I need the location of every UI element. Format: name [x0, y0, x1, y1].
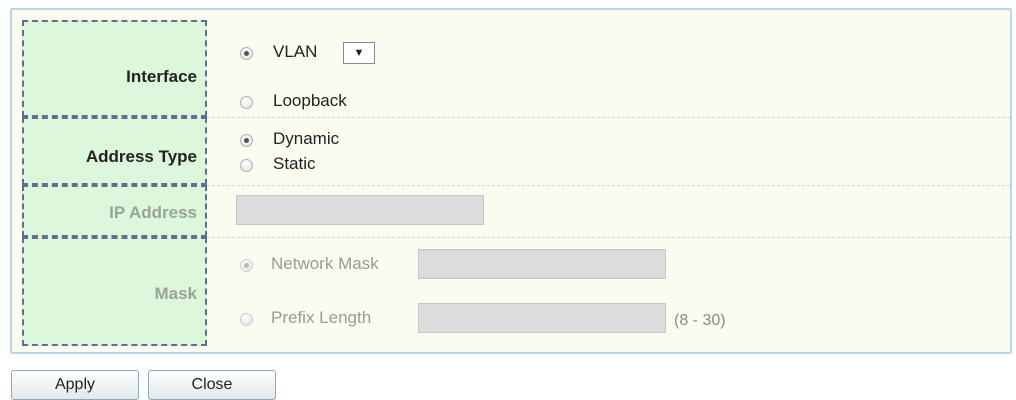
prefix-length-input[interactable]	[418, 303, 666, 333]
prefix-length-radio[interactable]	[240, 313, 253, 326]
ip-address-input[interactable]	[236, 195, 484, 225]
mask-row: Mask Network Mask Prefix Length (8 - 30)	[22, 237, 1010, 346]
vlan-select[interactable]: ▼	[343, 42, 375, 64]
network-mask-radio-label[interactable]: Network Mask	[271, 254, 379, 274]
vlan-radio[interactable]	[240, 47, 253, 60]
loopback-radio[interactable]	[240, 96, 253, 109]
interface-label-cell: Interface	[22, 20, 207, 117]
close-button[interactable]: Close	[148, 370, 276, 400]
form-panel: Interface VLAN ▼ Loopback Address Type D…	[10, 8, 1012, 354]
loopback-radio-label[interactable]: Loopback	[273, 91, 347, 111]
mask-label-cell: Mask	[22, 237, 207, 346]
static-radio[interactable]	[240, 159, 253, 172]
prefix-length-radio-label[interactable]: Prefix Length	[271, 308, 371, 328]
dynamic-radio[interactable]	[240, 134, 253, 147]
interface-row: Interface VLAN ▼ Loopback	[22, 20, 1010, 118]
static-radio-label[interactable]: Static	[273, 154, 316, 174]
apply-button[interactable]: Apply	[11, 370, 139, 400]
mask-label: Mask	[154, 284, 197, 303]
address-type-value-cell: Dynamic Static	[218, 117, 1010, 185]
interface-label: Interface	[126, 67, 197, 86]
ip-address-label: IP Address	[109, 203, 197, 222]
network-mask-radio[interactable]	[240, 259, 253, 272]
address-type-label: Address Type	[85, 147, 197, 166]
address-type-label-cell: Address Type	[22, 117, 207, 185]
mask-value-cell: Network Mask Prefix Length (8 - 30)	[218, 237, 1010, 346]
ip-address-label-cell: IP Address	[22, 185, 207, 237]
vlan-radio-label[interactable]: VLAN	[273, 42, 317, 62]
network-mask-input[interactable]	[418, 249, 666, 279]
address-type-row: Address Type Dynamic Static	[22, 117, 1010, 186]
ip-address-value-cell	[218, 185, 1010, 237]
interface-value-cell: VLAN ▼ Loopback	[218, 20, 1010, 117]
chevron-down-icon: ▼	[353, 47, 365, 59]
dynamic-radio-label[interactable]: Dynamic	[273, 129, 339, 149]
ip-address-row: IP Address	[22, 185, 1010, 238]
prefix-length-range-hint: (8 - 30)	[674, 312, 726, 329]
